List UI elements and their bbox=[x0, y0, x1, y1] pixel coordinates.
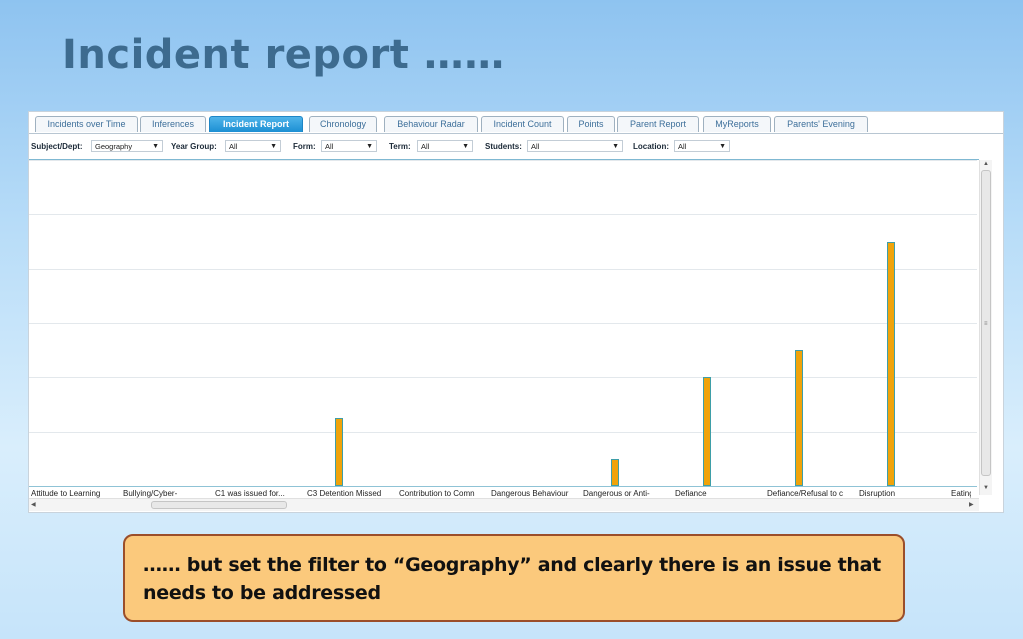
horizontal-scroll-thumb[interactable] bbox=[151, 501, 287, 509]
tab-incident-report[interactable]: Incident Report bbox=[209, 116, 303, 132]
students-filter-select[interactable]: All ▼ bbox=[527, 140, 623, 152]
gridline bbox=[29, 214, 977, 216]
year-filter-value: All bbox=[229, 142, 238, 151]
chart-bar[interactable] bbox=[611, 458, 619, 486]
horizontal-scrollbar[interactable]: ◀ ▶ bbox=[29, 498, 979, 511]
tab-parent-report[interactable]: Parent Report bbox=[617, 116, 699, 132]
incident-bar-chart bbox=[29, 160, 987, 488]
chart-bar[interactable] bbox=[335, 418, 343, 486]
category-label: Bullying/Cyber- bbox=[123, 489, 178, 498]
behaviour-app-window: Incidents over Time Inferences Incident … bbox=[28, 111, 1004, 513]
chevron-down-icon: ▼ bbox=[462, 143, 469, 150]
term-filter-label: Term: bbox=[389, 142, 411, 151]
chart-bar[interactable] bbox=[703, 377, 711, 486]
chart-bar[interactable] bbox=[795, 350, 803, 486]
term-filter-select[interactable]: All ▼ bbox=[417, 140, 473, 152]
form-filter-label: Form: bbox=[293, 142, 316, 151]
chart-baseline bbox=[29, 486, 977, 487]
students-filter-label: Students: bbox=[485, 142, 522, 151]
tab-myreports[interactable]: MyReports bbox=[703, 116, 771, 132]
chevron-down-icon: ▼ bbox=[366, 143, 373, 150]
form-filter-select[interactable]: All ▼ bbox=[321, 140, 377, 152]
term-filter-value: All bbox=[421, 142, 430, 151]
category-label: Contribution to Comn bbox=[399, 489, 475, 498]
location-filter-label: Location: bbox=[633, 142, 669, 151]
subject-filter-label: Subject/Dept: bbox=[31, 142, 83, 151]
category-label: Defiance/Refusal to c bbox=[767, 489, 844, 498]
tab-chronology[interactable]: Chronology bbox=[309, 116, 377, 132]
gridline bbox=[29, 431, 977, 433]
gridline bbox=[29, 377, 977, 379]
tab-parents-evening[interactable]: Parents' Evening bbox=[774, 116, 868, 132]
gridline bbox=[29, 323, 977, 324]
vertical-scroll-thumb[interactable]: ≡ bbox=[981, 170, 991, 476]
grip-icon: ≡ bbox=[984, 321, 988, 327]
vertical-scrollbar[interactable]: ▲ ≡ ▼ bbox=[979, 160, 992, 495]
category-label: Defiance bbox=[675, 489, 707, 498]
category-label: C1 was issued for... bbox=[215, 489, 285, 498]
location-filter-value: All bbox=[678, 142, 687, 151]
students-filter-value: All bbox=[531, 142, 540, 151]
chevron-down-icon: ▼ bbox=[152, 143, 159, 150]
subject-filter-value: Geography bbox=[95, 142, 133, 151]
slide-title: Incident report …… bbox=[62, 32, 505, 78]
category-label: Attitude to Learning bbox=[31, 489, 101, 498]
arrow-right-icon[interactable]: ▶ bbox=[969, 501, 974, 508]
arrow-up-icon[interactable]: ▲ bbox=[983, 161, 989, 167]
year-filter-label: Year Group: bbox=[171, 142, 217, 151]
category-label: Eating bbox=[951, 489, 971, 498]
filter-bar: Subject/Dept: Geography ▼ Year Group: Al… bbox=[29, 136, 979, 158]
category-label: Dangerous or Anti- bbox=[583, 489, 650, 498]
callout-note-text: …… but set the filter to “Geography” and… bbox=[143, 554, 881, 604]
report-tab-bar: Incidents over Time Inferences Incident … bbox=[29, 112, 1003, 134]
tab-incident-count[interactable]: Incident Count bbox=[481, 116, 564, 132]
callout-note: …… but set the filter to “Geography” and… bbox=[123, 534, 905, 622]
category-label: Disruption bbox=[859, 489, 896, 498]
tab-behaviour-radar[interactable]: Behaviour Radar bbox=[384, 116, 478, 132]
gridline bbox=[29, 160, 977, 161]
category-label: C3 Detention Missed bbox=[307, 489, 382, 498]
tab-incidents-over-time[interactable]: Incidents over Time bbox=[35, 116, 138, 132]
arrow-left-icon[interactable]: ◀ bbox=[31, 501, 36, 508]
chevron-down-icon: ▼ bbox=[270, 143, 277, 150]
location-filter-select[interactable]: All ▼ bbox=[674, 140, 730, 152]
year-filter-select[interactable]: All ▼ bbox=[225, 140, 281, 152]
arrow-down-icon[interactable]: ▼ bbox=[983, 485, 989, 491]
subject-filter-select[interactable]: Geography ▼ bbox=[91, 140, 163, 152]
form-filter-value: All bbox=[325, 142, 334, 151]
category-label: Dangerous Behaviour bbox=[491, 489, 569, 498]
chart-bar[interactable] bbox=[887, 241, 895, 486]
tab-inferences[interactable]: Inferences bbox=[140, 116, 206, 132]
chevron-down-icon: ▼ bbox=[719, 143, 726, 150]
gridline bbox=[29, 268, 977, 270]
chevron-down-icon: ▼ bbox=[612, 143, 619, 150]
tab-points[interactable]: Points bbox=[567, 116, 615, 132]
